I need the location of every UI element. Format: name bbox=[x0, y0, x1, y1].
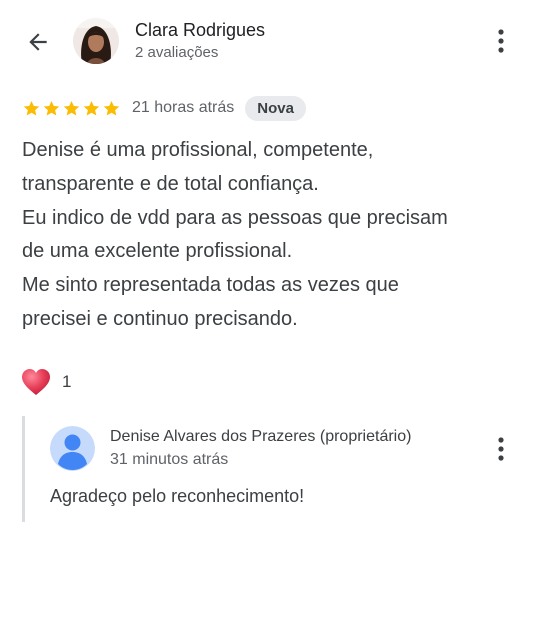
review-text: Denise é uma profissional, competente, tr… bbox=[22, 134, 522, 337]
heart-icon bbox=[22, 369, 50, 395]
star-icon bbox=[42, 99, 61, 118]
owner-reply-time: 31 minutos atrás bbox=[110, 451, 229, 468]
arrow-back-icon bbox=[29, 33, 47, 51]
review-text-line: Eu indico de vdd para as pessoas que pre… bbox=[22, 206, 448, 229]
reviewer-avatar[interactable] bbox=[73, 18, 119, 64]
person-icon bbox=[50, 426, 95, 471]
star-icon bbox=[22, 99, 41, 118]
review-header: Clara Rodrigues 2 avaliações bbox=[0, 0, 540, 80]
star-icon bbox=[62, 99, 81, 118]
back-button[interactable] bbox=[20, 24, 56, 60]
review-time: 21 horas atrás bbox=[132, 99, 235, 116]
rating-row: 21 horas atrás Nova bbox=[22, 94, 306, 122]
review-text-line: de uma excelente profissional. bbox=[22, 240, 293, 263]
owner-name[interactable]: Denise Alvares dos Prazeres (proprietári… bbox=[110, 428, 411, 446]
star-rating bbox=[22, 99, 121, 118]
owner-avatar[interactable] bbox=[50, 426, 95, 471]
review-text-line: transparente e de total confiança. bbox=[22, 172, 319, 195]
review-text-line: Me sinto representada todas as vezes que bbox=[22, 274, 399, 297]
review-text-line: precisei e continuo precisando. bbox=[22, 307, 298, 330]
star-icon bbox=[82, 99, 101, 118]
reply-more-options-button[interactable] bbox=[489, 431, 513, 467]
owner-reply-text: Agradeço pelo reconhecimento! bbox=[50, 486, 305, 506]
more-vertical-icon bbox=[498, 29, 504, 53]
reviewer-review-count: 2 avaliações bbox=[135, 44, 219, 61]
more-vertical-icon bbox=[498, 437, 504, 461]
new-badge: Nova bbox=[245, 95, 306, 121]
review-text-line: Denise é uma profissional, competente, bbox=[22, 139, 374, 161]
owner-reply: Denise Alvares dos Prazeres (proprietári… bbox=[22, 416, 525, 522]
reaction-count: 1 bbox=[62, 372, 72, 391]
star-icon bbox=[102, 99, 121, 118]
review-more-options-button[interactable] bbox=[489, 23, 513, 59]
reviewer-name[interactable]: Clara Rodrigues bbox=[135, 20, 265, 41]
reaction-button[interactable]: 1 bbox=[20, 366, 71, 398]
